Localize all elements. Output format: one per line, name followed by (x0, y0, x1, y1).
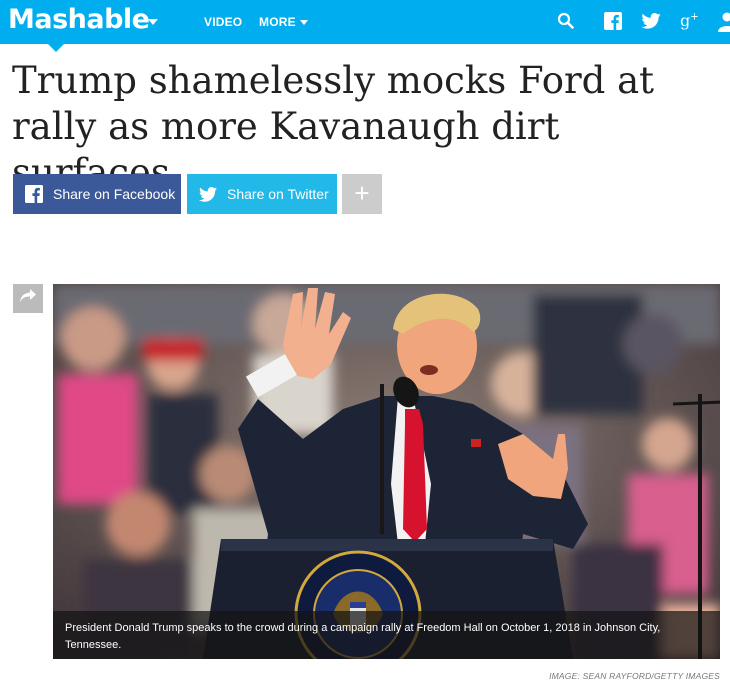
share-arrow-button[interactable] (13, 284, 43, 313)
logo-dropdown-caret-icon[interactable] (148, 19, 158, 25)
share-facebook-label: Share on Facebook (53, 186, 176, 202)
more-dropdown-caret-icon[interactable] (300, 20, 308, 25)
search-icon[interactable] (557, 12, 575, 35)
plus-icon: + (354, 178, 370, 208)
share-more-button[interactable]: + (342, 174, 382, 214)
site-logo[interactable]: Mashable (8, 4, 150, 35)
nav-video-link[interactable]: VIDEO (204, 15, 242, 29)
twitter-icon[interactable] (641, 13, 661, 34)
facebook-icon (25, 185, 43, 203)
google-plus-icon[interactable]: g+ (680, 11, 699, 30)
nav-more-menu[interactable]: MORE (259, 15, 296, 29)
user-icon[interactable] (718, 12, 730, 37)
top-navigation-bar: Mashable VIDEO MORE g+ (0, 0, 730, 44)
image-caption: President Donald Trump speaks to the cro… (65, 622, 661, 651)
article-hero-image[interactable] (53, 284, 720, 659)
image-credit: IMAGE: SEAN RAYFORD/GETTY IMAGES (549, 671, 720, 681)
share-arrow-icon (19, 288, 37, 309)
share-facebook-button[interactable]: Share on Facebook (13, 174, 181, 214)
twitter-icon (199, 186, 217, 202)
logo-notch (48, 44, 64, 52)
facebook-icon[interactable] (604, 12, 622, 35)
share-twitter-button[interactable]: Share on Twitter (187, 174, 337, 214)
share-twitter-label: Share on Twitter (227, 186, 329, 202)
photo-illustration (53, 284, 720, 659)
